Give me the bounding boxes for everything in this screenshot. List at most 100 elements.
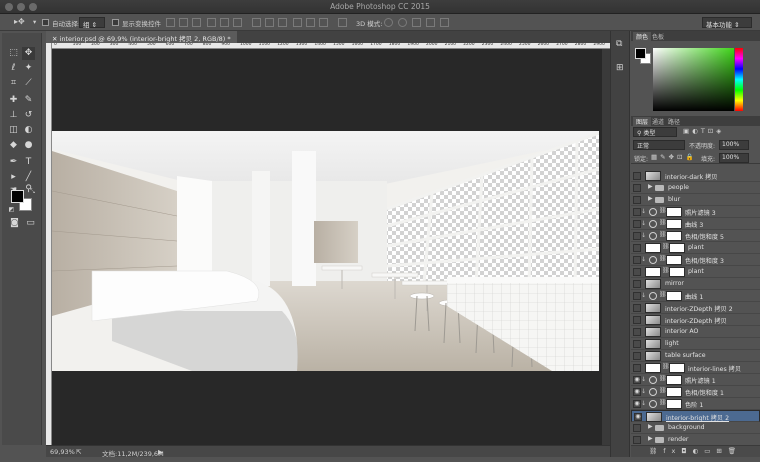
opacity-field[interactable]: 100%: [719, 140, 749, 150]
layer-thumbnail[interactable]: [645, 327, 661, 337]
layer-visibility-icon[interactable]: ◉: [634, 413, 642, 421]
clone-stamp-tool[interactable]: ⊥: [7, 109, 20, 122]
layer-thumbnail[interactable]: [646, 412, 662, 422]
blur-tool[interactable]: ◆: [7, 139, 20, 152]
layer-thumbnail[interactable]: [645, 243, 661, 253]
layer-filter-dropdown[interactable]: ⚲ 类型: [633, 127, 677, 137]
3d-roll-icon[interactable]: [398, 18, 407, 27]
layer-mask-thumbnail[interactable]: [669, 363, 685, 373]
layer-mask-thumbnail[interactable]: [669, 267, 685, 277]
align-left-icon[interactable]: [207, 18, 216, 27]
layer-visibility-icon[interactable]: [633, 172, 641, 180]
layer-visibility-icon[interactable]: [633, 184, 641, 192]
close-tab-icon[interactable]: ✕: [52, 35, 60, 43]
pen-tool[interactable]: ✒: [7, 156, 20, 169]
group-expand-icon[interactable]: ▶: [648, 435, 653, 442]
layer-row[interactable]: table surface: [631, 350, 760, 362]
layer-visibility-icon[interactable]: [633, 244, 641, 252]
layer-visibility-icon[interactable]: [633, 436, 641, 444]
group-expand-icon[interactable]: ▶: [648, 195, 653, 202]
3d-pan-icon[interactable]: [412, 18, 421, 27]
workspace-dropdown[interactable]: 基本功能 ⇕: [702, 17, 752, 29]
distribute-vcenter-icon[interactable]: [265, 18, 274, 27]
layer-mask-thumbnail[interactable]: [666, 231, 682, 241]
layer-name[interactable]: interior AO: [665, 328, 698, 335]
layer-thumbnail[interactable]: [645, 351, 661, 361]
distribute-bottom-icon[interactable]: [278, 18, 287, 27]
layer-name[interactable]: plant: [688, 268, 704, 275]
layer-name[interactable]: interior-ZDepth 拷贝 2: [665, 304, 733, 313]
layer-mask-thumbnail[interactable]: [666, 291, 682, 301]
layer-thumbnail[interactable]: [645, 171, 661, 181]
layer-name[interactable]: people: [668, 184, 689, 191]
eyedropper-tool[interactable]: ⟋: [22, 77, 35, 90]
panel-tab[interactable]: 路径: [665, 117, 683, 126]
layer-visibility-icon[interactable]: [633, 316, 641, 324]
layer-row[interactable]: ↓ ⛓ 色相/饱和度 3: [631, 254, 760, 266]
layer-row[interactable]: ▶ background: [631, 422, 760, 434]
dodge-tool[interactable]: ●: [22, 139, 35, 152]
chevron-down-icon[interactable]: ▾: [33, 18, 36, 26]
align-bottom-icon[interactable]: [192, 18, 201, 27]
3d-orbit-icon[interactable]: [384, 18, 393, 27]
layer-row[interactable]: ↓ ⛓ 色相/饱和度 5: [631, 230, 760, 242]
layer-thumbnail[interactable]: [645, 267, 661, 277]
zoom-level[interactable]: 69,93%: [50, 448, 75, 456]
layer-name[interactable]: 色阶 1: [685, 400, 703, 409]
layer-name[interactable]: table surface: [665, 352, 706, 359]
layer-row[interactable]: light: [631, 338, 760, 350]
layer-visibility-icon[interactable]: [633, 208, 641, 216]
layer-visibility-icon[interactable]: ◉: [633, 400, 641, 408]
layer-name[interactable]: interior-dark 拷贝: [665, 172, 718, 181]
layer-thumbnail[interactable]: [645, 315, 661, 325]
layer-mask-thumbnail[interactable]: [666, 399, 682, 409]
layer-name[interactable]: background: [668, 424, 705, 431]
screen-mode-icon[interactable]: ▭: [24, 217, 37, 230]
layer-visibility-icon[interactable]: ◉: [633, 388, 641, 396]
align-right-icon[interactable]: [233, 18, 242, 27]
layer-thumbnail[interactable]: [645, 339, 661, 349]
foreground-color-swatch[interactable]: [11, 190, 24, 203]
layer-row[interactable]: ▶ blur: [631, 194, 760, 206]
layer-visibility-icon[interactable]: [633, 424, 641, 432]
layer-name[interactable]: 照片滤镜 3: [685, 208, 716, 217]
status-menu-arrow-icon[interactable]: ▶: [158, 448, 163, 456]
lock-icons[interactable]: ▦✎✥⊡🔒: [651, 153, 697, 161]
crop-tool[interactable]: ⌗: [7, 77, 20, 90]
quick-mask-icon[interactable]: ◙: [8, 217, 21, 230]
distribute-hcenter-icon[interactable]: [306, 18, 315, 27]
layer-name[interactable]: interior-bright 拷贝 2: [666, 413, 729, 422]
auto-select-checkbox[interactable]: [42, 19, 49, 26]
layer-visibility-icon[interactable]: [633, 196, 641, 204]
layer-name[interactable]: 色相/饱和度 1: [685, 388, 724, 397]
group-expand-icon[interactable]: ▶: [648, 423, 653, 430]
layer-row[interactable]: mirror: [631, 278, 760, 290]
layer-thumbnail[interactable]: [645, 303, 661, 313]
3d-scale-icon[interactable]: [440, 18, 449, 27]
healing-brush-tool[interactable]: ✚: [7, 94, 20, 107]
layer-name[interactable]: 曲线 1: [685, 292, 703, 301]
distribute-left-icon[interactable]: [293, 18, 302, 27]
align-top-icon[interactable]: [166, 18, 175, 27]
move-tool-icon[interactable]: ▸✥: [14, 17, 25, 26]
layer-name[interactable]: light: [665, 340, 679, 347]
hue-slider[interactable]: [735, 48, 743, 111]
layer-name[interactable]: 曲线 3: [685, 220, 703, 229]
layer-visibility-icon[interactable]: [633, 268, 641, 276]
layer-thumbnail[interactable]: [645, 363, 661, 373]
swap-colors-icon[interactable]: ⤡: [26, 185, 39, 198]
align-hcenter-icon[interactable]: [220, 18, 229, 27]
layer-visibility-icon[interactable]: [633, 256, 641, 264]
group-expand-icon[interactable]: ▶: [648, 183, 653, 190]
3d-slide-icon[interactable]: [426, 18, 435, 27]
layer-mask-thumbnail[interactable]: [666, 207, 682, 217]
layer-row[interactable]: ↓ ⛓ 照片滤镜 3: [631, 206, 760, 218]
layer-row[interactable]: ◉ ↓ ⛓ 色阶 1: [631, 398, 760, 410]
layer-visibility-icon[interactable]: [633, 232, 641, 240]
layer-name[interactable]: mirror: [665, 280, 684, 287]
layer-visibility-icon[interactable]: [633, 280, 641, 288]
layer-name[interactable]: render: [668, 436, 688, 443]
magic-wand-tool[interactable]: ✦: [22, 62, 35, 75]
layer-name[interactable]: plant: [688, 244, 704, 251]
layer-row[interactable]: ◉ ↓ ⛓ 照片滤镜 1: [631, 374, 760, 386]
